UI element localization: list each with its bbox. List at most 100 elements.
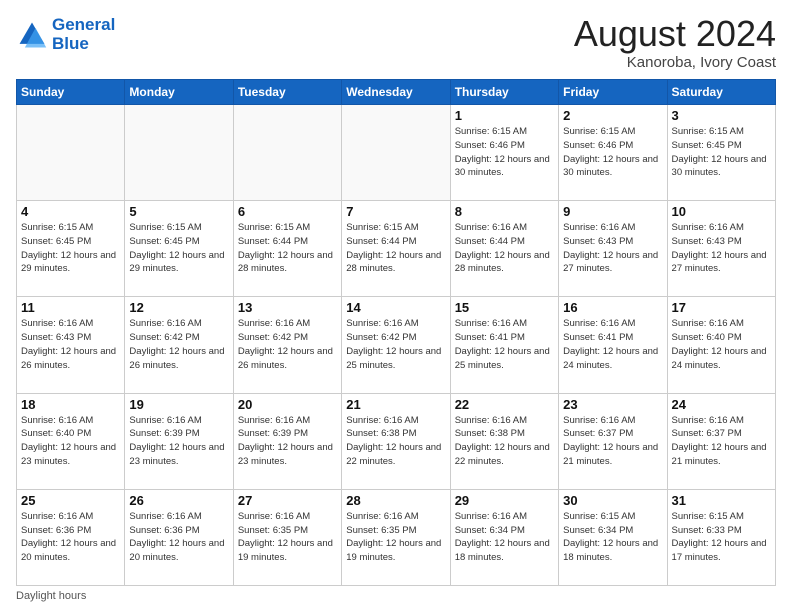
header: General Blue August 2024 Kanoroba, Ivory…: [16, 16, 776, 71]
col-monday: Monday: [125, 80, 233, 105]
day-info: Sunrise: 6:15 AM Sunset: 6:46 PM Dayligh…: [563, 125, 662, 180]
day-number: 17: [672, 300, 771, 315]
day-number: 15: [455, 300, 554, 315]
logo-icon: [16, 19, 48, 51]
day-number: 5: [129, 204, 228, 219]
col-sunday: Sunday: [17, 80, 125, 105]
calendar-cell: 16Sunrise: 6:16 AM Sunset: 6:41 PM Dayli…: [559, 297, 667, 393]
day-number: 22: [455, 397, 554, 412]
calendar-cell: 20 Sunrise: 6:16 AM Sunset: 6:39 PM Dayli…: [233, 393, 341, 489]
day-info: Sunrise: 6:16 AM Sunset: 6:40 PM Dayligh…: [21, 414, 120, 469]
calendar-week-1: 1 Sunrise: 6:15 AM Sunset: 6:46 PM Daylig…: [17, 105, 776, 201]
logo-text: General Blue: [52, 16, 115, 53]
calendar-cell: 7 Sunrise: 6:15 AM Sunset: 6:44 PM Daylig…: [342, 201, 450, 297]
day-number: 26: [129, 493, 228, 508]
day-info: Sunrise: 6:16 AM Sunset: 6:43 PM Dayligh…: [672, 221, 771, 276]
calendar-cell: 24 Sunrise: 6:16 AM Sunset: 6:37 PM Dayli…: [667, 393, 775, 489]
calendar-cell: 31 Sunrise: 6:15 AM Sunset: 6:33 PM Dayli…: [667, 489, 775, 585]
calendar-cell: 5Sunrise: 6:15 AM Sunset: 6:45 PM Daylig…: [125, 201, 233, 297]
logo: General Blue: [16, 16, 115, 53]
calendar-cell: 13 Sunrise: 6:16 AM Sunset: 6:42 PM Dayli…: [233, 297, 341, 393]
day-info: Sunrise: 6:16 AM Sunset: 6:37 PM Dayligh…: [563, 414, 662, 469]
calendar-cell: 10 Sunrise: 6:16 AM Sunset: 6:43 PM Dayli…: [667, 201, 775, 297]
day-number: 30: [563, 493, 662, 508]
day-number: 11: [21, 300, 120, 315]
day-info: Sunrise: 6:16 AM Sunset: 6:36 PM Dayligh…: [129, 510, 228, 565]
day-number: 13: [238, 300, 337, 315]
day-number: 19: [129, 397, 228, 412]
calendar-cell: 17Sunrise: 6:16 AM Sunset: 6:40 PM Dayli…: [667, 297, 775, 393]
calendar-week-4: 18 Sunrise: 6:16 AM Sunset: 6:40 PM Dayli…: [17, 393, 776, 489]
calendar-cell: 23 Sunrise: 6:16 AM Sunset: 6:37 PM Dayli…: [559, 393, 667, 489]
day-number: 16: [563, 300, 662, 315]
day-number: 27: [238, 493, 337, 508]
calendar-body: 1 Sunrise: 6:15 AM Sunset: 6:46 PM Daylig…: [17, 105, 776, 586]
day-info: Sunrise: 6:16 AM Sunset: 6:42 PM Dayligh…: [129, 317, 228, 372]
day-number: 1: [455, 108, 554, 123]
day-number: 8: [455, 204, 554, 219]
calendar-cell: [233, 105, 341, 201]
col-saturday: Saturday: [667, 80, 775, 105]
day-number: 21: [346, 397, 445, 412]
day-info: Sunrise: 6:16 AM Sunset: 6:38 PM Dayligh…: [346, 414, 445, 469]
calendar-cell: 19 Sunrise: 6:16 AM Sunset: 6:39 PM Dayli…: [125, 393, 233, 489]
calendar-cell: 9Sunrise: 6:16 AM Sunset: 6:43 PM Daylig…: [559, 201, 667, 297]
day-number: 25: [21, 493, 120, 508]
day-number: 29: [455, 493, 554, 508]
col-wednesday: Wednesday: [342, 80, 450, 105]
calendar-cell: 14 Sunrise: 6:16 AM Sunset: 6:42 PM Dayli…: [342, 297, 450, 393]
calendar-cell: 28 Sunrise: 6:16 AM Sunset: 6:35 PM Dayli…: [342, 489, 450, 585]
calendar-cell: 4Sunrise: 6:15 AM Sunset: 6:45 PM Daylig…: [17, 201, 125, 297]
day-info: Sunrise: 6:16 AM Sunset: 6:43 PM Dayligh…: [21, 317, 120, 372]
calendar-week-3: 11 Sunrise: 6:16 AM Sunset: 6:43 PM Dayli…: [17, 297, 776, 393]
day-info: Sunrise: 6:16 AM Sunset: 6:36 PM Dayligh…: [21, 510, 120, 565]
calendar-cell: 21 Sunrise: 6:16 AM Sunset: 6:38 PM Dayli…: [342, 393, 450, 489]
col-thursday: Thursday: [450, 80, 558, 105]
calendar-cell: 15 Sunrise: 6:16 AM Sunset: 6:41 PM Dayli…: [450, 297, 558, 393]
calendar-cell: 12Sunrise: 6:16 AM Sunset: 6:42 PM Dayli…: [125, 297, 233, 393]
day-info: Sunrise: 6:15 AM Sunset: 6:34 PM Dayligh…: [563, 510, 662, 565]
day-number: 14: [346, 300, 445, 315]
calendar-cell: 6Sunrise: 6:15 AM Sunset: 6:44 PM Daylig…: [233, 201, 341, 297]
month-year: August 2024: [574, 16, 776, 52]
day-number: 2: [563, 108, 662, 123]
day-number: 31: [672, 493, 771, 508]
day-info: Sunrise: 6:16 AM Sunset: 6:41 PM Dayligh…: [455, 317, 554, 372]
title-block: August 2024 Kanoroba, Ivory Coast: [574, 16, 776, 71]
col-tuesday: Tuesday: [233, 80, 341, 105]
calendar-table: Sunday Monday Tuesday Wednesday Thursday…: [16, 79, 776, 586]
col-friday: Friday: [559, 80, 667, 105]
day-number: 24: [672, 397, 771, 412]
day-info: Sunrise: 6:16 AM Sunset: 6:39 PM Dayligh…: [129, 414, 228, 469]
day-info: Sunrise: 6:16 AM Sunset: 6:44 PM Dayligh…: [455, 221, 554, 276]
day-info: Sunrise: 6:15 AM Sunset: 6:45 PM Dayligh…: [21, 221, 120, 276]
day-info: Sunrise: 6:16 AM Sunset: 6:42 PM Dayligh…: [238, 317, 337, 372]
day-number: 10: [672, 204, 771, 219]
day-info: Sunrise: 6:15 AM Sunset: 6:44 PM Dayligh…: [238, 221, 337, 276]
calendar-header-row: Sunday Monday Tuesday Wednesday Thursday…: [17, 80, 776, 105]
page: General Blue August 2024 Kanoroba, Ivory…: [0, 0, 792, 612]
day-number: 28: [346, 493, 445, 508]
calendar-cell: [342, 105, 450, 201]
calendar-cell: 26 Sunrise: 6:16 AM Sunset: 6:36 PM Dayli…: [125, 489, 233, 585]
day-info: Sunrise: 6:16 AM Sunset: 6:42 PM Dayligh…: [346, 317, 445, 372]
calendar-week-2: 4Sunrise: 6:15 AM Sunset: 6:45 PM Daylig…: [17, 201, 776, 297]
day-number: 7: [346, 204, 445, 219]
day-info: Sunrise: 6:16 AM Sunset: 6:35 PM Dayligh…: [346, 510, 445, 565]
day-number: 23: [563, 397, 662, 412]
day-number: 20: [238, 397, 337, 412]
day-number: 18: [21, 397, 120, 412]
day-info: Sunrise: 6:15 AM Sunset: 6:33 PM Dayligh…: [672, 510, 771, 565]
calendar-cell: 1Sunrise: 6:15 AM Sunset: 6:46 PM Daylig…: [450, 105, 558, 201]
day-info: Sunrise: 6:16 AM Sunset: 6:39 PM Dayligh…: [238, 414, 337, 469]
calendar-cell: 2 Sunrise: 6:15 AM Sunset: 6:46 PM Daylig…: [559, 105, 667, 201]
day-info: Sunrise: 6:15 AM Sunset: 6:44 PM Dayligh…: [346, 221, 445, 276]
day-info: Sunrise: 6:16 AM Sunset: 6:37 PM Dayligh…: [672, 414, 771, 469]
day-number: 9: [563, 204, 662, 219]
calendar-cell: 18 Sunrise: 6:16 AM Sunset: 6:40 PM Dayli…: [17, 393, 125, 489]
calendar-cell: 30 Sunrise: 6:15 AM Sunset: 6:34 PM Dayli…: [559, 489, 667, 585]
day-info: Sunrise: 6:16 AM Sunset: 6:34 PM Dayligh…: [455, 510, 554, 565]
day-number: 3: [672, 108, 771, 123]
calendar-cell: 3Sunrise: 6:15 AM Sunset: 6:45 PM Daylig…: [667, 105, 775, 201]
calendar-cell: 29 Sunrise: 6:16 AM Sunset: 6:34 PM Dayli…: [450, 489, 558, 585]
